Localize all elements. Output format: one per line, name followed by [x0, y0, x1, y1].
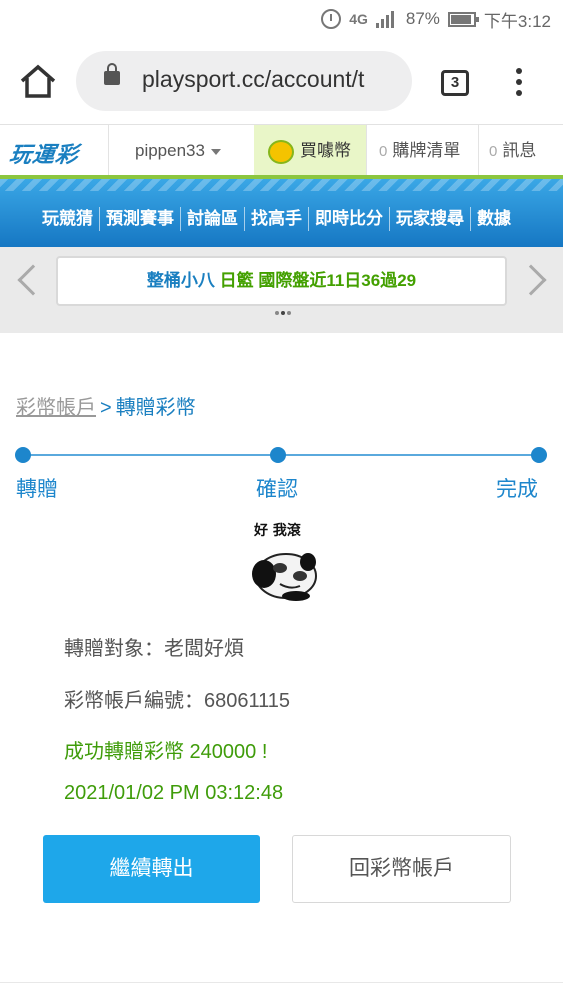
announcement-carousel: 整桶小八 日籃 國際盤近11日36過29	[0, 247, 563, 333]
caret-down-icon	[210, 148, 221, 155]
meme-sticker: 好 我滾	[240, 516, 326, 608]
status-bar: 4G 87% 下午3:12	[0, 0, 563, 38]
breadcrumb-separator: >	[100, 397, 112, 419]
account-number-text: 彩幣帳戶編號：68061115	[64, 690, 291, 712]
home-icon	[20, 64, 56, 98]
announcement-item[interactable]: 整桶小八 日籃 國際盤近11日36過29	[56, 256, 507, 306]
address-bar[interactable]: playsport.cc/account/t	[76, 51, 412, 111]
back-to-account-button[interactable]: 回彩幣帳戶	[292, 835, 511, 903]
purchase-list-label: 購牌清單	[392, 141, 461, 160]
message-count: 0	[489, 143, 498, 160]
messages-link[interactable]: 0 訊息	[478, 125, 563, 177]
announcement-league: 日籃	[219, 271, 254, 290]
success-message: 成功轉贈彩幣 240000 !	[64, 741, 268, 763]
step-label-confirm: 確認	[256, 478, 298, 501]
nav-item-player-search[interactable]: 玩家搜尋	[389, 207, 470, 231]
battery-percent: 87%	[405, 9, 440, 28]
chevron-left-icon[interactable]	[17, 264, 49, 296]
breadcrumb-current: 轉贈彩幣	[115, 397, 196, 419]
nav-item-data[interactable]: 數據	[470, 207, 517, 231]
transfer-timestamp: 2021/01/02 PM 03:12:48	[64, 782, 284, 804]
sticker-caption: 好 我滾	[254, 523, 301, 539]
breadcrumb: 彩幣帳戶 > 轉贈彩幣	[16, 391, 196, 420]
buy-coin-label: 買噱幣	[300, 141, 351, 160]
alarm-icon	[321, 9, 342, 29]
step-dot-done	[531, 447, 547, 463]
breadcrumb-coin-account[interactable]: 彩幣帳戶	[16, 397, 96, 419]
chevron-right-icon[interactable]	[515, 264, 547, 296]
more-vert-icon[interactable]	[512, 68, 526, 98]
step-dot-transfer	[15, 447, 31, 463]
nav-item-experts[interactable]: 找高手	[244, 207, 308, 231]
signal-icon	[375, 10, 398, 28]
main-nav: 玩競猜 預測賽事 討論區 找高手 即時比分 玩家搜尋 數據	[0, 179, 563, 247]
tab-switcher-button[interactable]: 3	[441, 70, 469, 96]
purchase-count: 0	[379, 143, 388, 160]
nav-item-predict[interactable]: 預測賽事	[99, 207, 180, 231]
username: pippen33	[135, 141, 205, 160]
purchase-list-link[interactable]: 0 購牌清單	[366, 125, 478, 177]
battery-icon	[447, 11, 479, 27]
panda-meme-icon	[252, 553, 317, 601]
user-menu[interactable]: pippen33	[108, 125, 254, 177]
recipient-text: 轉贈對象：老闆好煩	[64, 638, 244, 660]
nav-item-guess[interactable]: 玩競猜	[36, 207, 99, 231]
messages-label: 訊息	[502, 141, 537, 160]
url-text: playsport.cc/account/t	[142, 66, 365, 92]
clock: 下午3:12	[483, 11, 551, 31]
nav-item-livescore[interactable]: 即時比分	[308, 207, 389, 231]
lock-icon	[104, 63, 120, 85]
step-dot-confirm	[270, 447, 286, 463]
continue-transfer-button[interactable]: 繼續轉出	[43, 835, 260, 903]
home-button[interactable]	[18, 63, 58, 99]
buy-coin-button[interactable]: 買噱幣	[254, 125, 366, 177]
announcement-user: 整桶小八	[146, 271, 215, 290]
carousel-pager	[275, 311, 291, 315]
network-type: 4G	[349, 11, 368, 27]
nav-item-forum[interactable]: 討論區	[180, 207, 244, 231]
site-logo[interactable]: 玩運彩	[8, 137, 94, 167]
site-header: 玩運彩 pippen33 買噱幣 0 購牌清單 0 訊息	[0, 124, 563, 178]
coin-icon	[268, 139, 294, 164]
browser-toolbar: playsport.cc/account/t 3	[0, 38, 563, 124]
footer-divider	[0, 982, 563, 983]
step-label-transfer: 轉贈	[16, 478, 58, 501]
step-label-done: 完成	[496, 478, 538, 501]
announcement-record: 國際盤近11日36過29	[258, 271, 417, 290]
